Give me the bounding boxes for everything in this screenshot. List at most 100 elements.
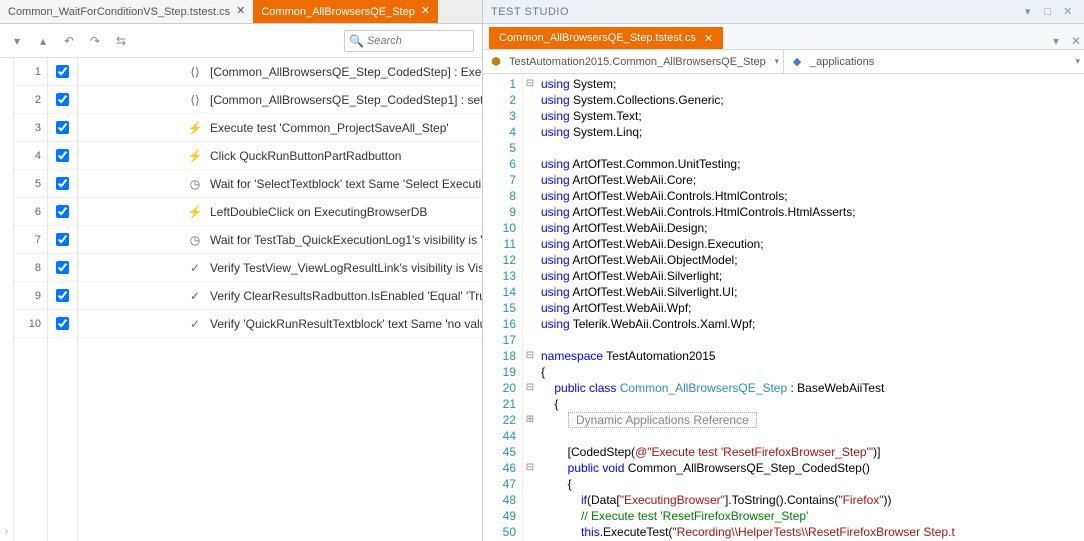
step-text: Verify TestView_ViewLogResultLink's visi… [210, 261, 482, 275]
tab-allbrowsers[interactable]: Common_AllBrowsersQE_Step ✕ [253, 0, 438, 23]
fold-toggle [523, 284, 537, 300]
chevron-down-icon[interactable]: ▾ [8, 32, 26, 50]
code-icon: ⟨⟩ [188, 93, 202, 107]
fold-toggle[interactable]: ⊟ [523, 380, 537, 396]
step-enabled-checkbox[interactable] [48, 114, 77, 142]
code-line[interactable] [541, 332, 1084, 348]
code-line[interactable]: using System; [541, 76, 1084, 92]
step-enabled-checkbox[interactable] [48, 86, 77, 114]
code-line[interactable]: public void Common_AllBrowsersQE_Step_Co… [541, 460, 1084, 476]
step-item[interactable]: ✓Verify ClearResultsRadbutton.IsEnabled … [78, 282, 482, 310]
close-icon[interactable]: ✕ [704, 32, 713, 45]
undo-icon[interactable]: ↶ [60, 32, 78, 50]
step-item[interactable]: ◷Wait for 'SelectTextblock' text Same 'S… [78, 170, 482, 198]
line-number: 8 [483, 188, 516, 204]
step-item[interactable]: ⟨⟩[Common_AllBrowsersQE_Step_CodedStep1]… [78, 86, 482, 114]
code-line[interactable]: using Telerik.WebAii.Controls.Xaml.Wpf; [541, 316, 1084, 332]
code-line[interactable]: { [541, 364, 1084, 380]
code-line[interactable]: { [541, 396, 1084, 412]
code-line[interactable]: using ArtOfTest.WebAii.Controls.HtmlCont… [541, 188, 1084, 204]
step-enabled-checkbox[interactable] [48, 170, 77, 198]
close-all-icon[interactable]: ✕ [1068, 33, 1084, 49]
fold-toggle[interactable]: ⊟ [523, 460, 537, 476]
code-line[interactable]: namespace TestAutomation2015 [541, 348, 1084, 364]
code-line[interactable]: if(Data["ExecutingBrowser"].ToString().C… [541, 492, 1084, 508]
code-line[interactable]: using ArtOfTest.WebAii.Silverlight.UI; [541, 284, 1084, 300]
step-enabled-checkbox[interactable] [48, 226, 77, 254]
step-enabled-checkbox[interactable] [48, 58, 77, 86]
line-number: 12 [483, 252, 516, 268]
step-enabled-checkbox[interactable] [48, 310, 77, 338]
code-line[interactable]: using ArtOfTest.WebAii.ObjectModel; [541, 252, 1084, 268]
expand-gutter[interactable]: › [0, 58, 14, 541]
fold-toggle [523, 300, 537, 316]
step-number: 3 [14, 114, 47, 142]
line-number: 6 [483, 156, 516, 172]
code-line[interactable]: using ArtOfTest.WebAii.Wpf; [541, 300, 1084, 316]
code-line[interactable] [541, 428, 1084, 444]
window-menu-icon[interactable]: ▾ [1020, 4, 1036, 20]
line-number: 9 [483, 204, 516, 220]
code-line[interactable]: using ArtOfTest.WebAii.Design.Execution; [541, 236, 1084, 252]
fold-toggle [523, 220, 537, 236]
step-enabled-checkbox[interactable] [48, 198, 77, 226]
code-line[interactable]: using ArtOfTest.WebAii.Controls.HtmlCont… [541, 204, 1084, 220]
line-number: 19 [483, 364, 516, 380]
line-number: 10 [483, 220, 516, 236]
redo-icon[interactable]: ↷ [86, 32, 104, 50]
code-line[interactable]: using ArtOfTest.WebAii.Design; [541, 220, 1084, 236]
fold-toggle [523, 252, 537, 268]
step-item[interactable]: ⚡Execute test 'Common_ProjectSaveAll_Ste… [78, 114, 482, 142]
fold-toggle [523, 92, 537, 108]
code-line[interactable]: [CodedStep(@"Execute test 'ResetFirefoxB… [541, 444, 1084, 460]
line-number: 47 [483, 476, 516, 492]
line-number: 44 [483, 428, 516, 444]
close-icon[interactable]: ✕ [1060, 4, 1076, 20]
step-item[interactable]: ⚡Click QuckRunButtonPartRadbutton [78, 142, 482, 170]
tab-overflow-icon[interactable]: ▾ [1048, 33, 1064, 49]
code-editor[interactable]: 1234567891011121314151617181920212244454… [483, 74, 1084, 541]
fold-toggle[interactable]: ⊞ [523, 412, 537, 428]
move-up-icon[interactable]: ▴ [34, 32, 52, 50]
fold-toggle[interactable]: ⊟ [523, 76, 537, 92]
code-line[interactable]: using ArtOfTest.Common.UnitTesting; [541, 156, 1084, 172]
step-item[interactable]: ✓ Verify TestView_ViewLogResultLink's vis… [78, 254, 482, 282]
step-item[interactable]: ⚡LeftDoubleClick on ExecutingBrowserDB [78, 198, 482, 226]
type-selector[interactable]: ⬢ TestAutomation2015.Common_AllBrowsersQ… [483, 50, 784, 73]
bolt-icon: ⚡ [188, 205, 202, 219]
step-enabled-checkbox[interactable] [48, 142, 77, 170]
code-line[interactable]: using System.Collections.Generic; [541, 92, 1084, 108]
code-line[interactable]: { [541, 476, 1084, 492]
chevron-down-icon: ▾ [774, 56, 779, 67]
fold-toggle[interactable]: ⊟ [523, 348, 537, 364]
code-line[interactable]: this.ExecuteTest("Recording\\HelperTests… [541, 524, 1084, 540]
code-line[interactable]: using System.Linq; [541, 124, 1084, 140]
close-icon[interactable]: ✕ [421, 6, 430, 17]
code-nav-combos: ⬢ TestAutomation2015.Common_AllBrowsersQ… [483, 50, 1084, 74]
member-selector[interactable]: ◆ _applications ▾ [784, 50, 1084, 73]
maximize-icon[interactable]: □ [1040, 4, 1056, 20]
code-tab[interactable]: Common_AllBrowsersQE_Step.tstest.cs ✕ [489, 27, 723, 49]
code-line[interactable]: Dynamic Applications Reference [541, 412, 1084, 428]
step-text: Click QuckRunButtonPartRadbutton [210, 149, 401, 163]
step-number: 2 [14, 86, 47, 114]
step-enabled-checkbox[interactable] [48, 282, 77, 310]
step-item[interactable]: ◷Wait for TestTab_QuickExecutionLog1's v… [78, 226, 482, 254]
code-line[interactable]: public class Common_AllBrowsersQE_Step :… [541, 380, 1084, 396]
close-icon[interactable]: ✕ [236, 6, 245, 17]
code-line[interactable]: using ArtOfTest.WebAii.Core; [541, 172, 1084, 188]
bolt-icon: ⚡ [188, 121, 202, 135]
line-number: 46 [483, 460, 516, 476]
settings-icon[interactable]: ⇆ [112, 32, 130, 50]
steps-toolbar: ▾ ▴ ↶ ↷ ⇆ 🔍 [0, 24, 482, 58]
code-line[interactable]: using ArtOfTest.WebAii.Silverlight; [541, 268, 1084, 284]
code-line[interactable]: using System.Text; [541, 108, 1084, 124]
step-item[interactable]: ⟨⟩[Common_AllBrowsersQE_Step_CodedStep] … [78, 58, 482, 86]
line-number: 13 [483, 268, 516, 284]
tab-waitforcondition[interactable]: Common_WaitForConditionVS_Step.tstest.cs… [0, 0, 253, 23]
step-enabled-checkbox[interactable] [48, 254, 77, 282]
step-item[interactable]: ✓Verify 'QuickRunResultTextblock' text S… [78, 310, 482, 338]
code-line[interactable] [541, 140, 1084, 156]
code-line[interactable]: // Execute test 'ResetFirefoxBrowser_Ste… [541, 508, 1084, 524]
check-icon: ✓ [188, 261, 202, 275]
